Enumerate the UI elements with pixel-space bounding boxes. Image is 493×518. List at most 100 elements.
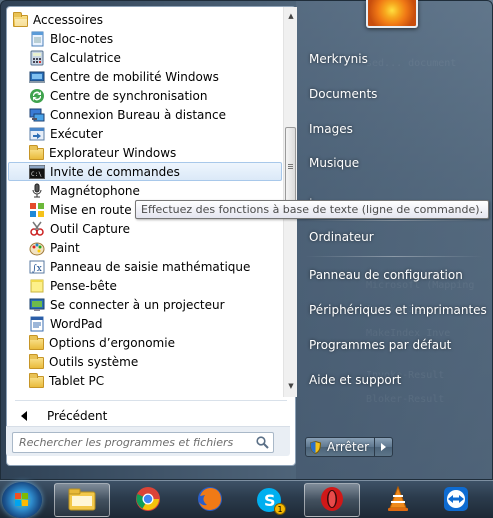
list-item-projector[interactable]: Se connecter à un projecteur xyxy=(7,295,283,314)
projector-icon xyxy=(29,297,45,313)
list-item-wordpad[interactable]: WordPad xyxy=(7,314,283,333)
list-item-label: Tablet PC xyxy=(49,373,105,388)
search-box[interactable] xyxy=(12,432,274,453)
list-item-sync-center[interactable]: Centre de synchronisation xyxy=(7,86,283,105)
list-item-ergonomics-folder[interactable]: Options d’ergonomie xyxy=(7,333,283,352)
list-item-remote-desktop[interactable]: Connexion Bureau à distance xyxy=(7,105,283,124)
folder-icon xyxy=(29,334,44,350)
list-item-system-tools-folder[interactable]: Outils système xyxy=(7,352,283,371)
svg-text:C:\: C:\ xyxy=(31,171,42,178)
list-item-label: Bloc-notes xyxy=(50,31,114,46)
user-picture[interactable] xyxy=(366,0,418,28)
snipping-tool-icon xyxy=(29,221,45,237)
list-item-math-input[interactable]: ∫x Panneau de saisie mathématique xyxy=(7,257,283,276)
explorer-icon xyxy=(29,144,44,160)
right-item-devices-printers[interactable]: Périphériques et imprimantes xyxy=(309,300,487,320)
folder-icon xyxy=(29,372,44,388)
shutdown-label: Arrêter xyxy=(327,440,370,454)
list-item-run[interactable]: Exécuter xyxy=(7,124,283,143)
list-item-label: Centre de synchronisation xyxy=(50,88,208,103)
list-item-calculatrice[interactable]: Calculatrice xyxy=(7,48,283,67)
right-item-help-support[interactable]: Aide et support xyxy=(309,370,401,390)
taskbar-teamviewer[interactable] xyxy=(428,483,484,517)
run-icon xyxy=(29,126,45,142)
explorer-icon xyxy=(67,486,97,515)
mobility-center-icon xyxy=(29,69,45,85)
shutdown-button[interactable]: Arrêter xyxy=(305,437,375,457)
back-button[interactable]: Précédent xyxy=(15,407,285,425)
skype-icon: S 1 xyxy=(256,487,286,515)
folder-accessoires[interactable]: Accessoires xyxy=(7,10,283,29)
list-item-label: Mise en route xyxy=(50,202,132,217)
folder-open-icon xyxy=(13,11,28,27)
notepad-icon xyxy=(29,31,45,47)
list-item-tablet-pc-folder[interactable]: Tablet PC xyxy=(7,371,283,390)
list-item-label: Pense-bête xyxy=(50,278,117,293)
start-button[interactable] xyxy=(2,482,42,518)
scroll-up-arrow-icon[interactable]: ▲ xyxy=(284,9,298,23)
right-item-default-programs[interactable]: Programmes par défaut xyxy=(309,335,451,355)
list-item-label: Calculatrice xyxy=(50,50,121,65)
divider xyxy=(305,220,483,221)
divider xyxy=(305,256,483,257)
search-icon[interactable] xyxy=(256,436,269,449)
scroll-thumb[interactable] xyxy=(285,127,296,207)
list-item-label: Outils système xyxy=(49,354,139,369)
microphone-icon xyxy=(29,183,45,199)
taskbar-opera[interactable] xyxy=(304,483,360,517)
list-item-command-prompt[interactable]: C:\ Invite de commandes xyxy=(7,162,283,181)
list-item-label: Connexion Bureau à distance xyxy=(50,107,226,122)
search-input[interactable] xyxy=(13,433,243,452)
list-item-bloc-notes[interactable]: Bloc-notes xyxy=(7,29,283,48)
list-item-label: Explorateur Windows xyxy=(49,145,177,160)
right-item-control-panel[interactable]: Panneau de configuration xyxy=(309,265,463,285)
calculator-icon xyxy=(29,50,45,66)
list-item-mobility-center[interactable]: Centre de mobilité Windows xyxy=(7,67,283,86)
taskbar-chrome[interactable] xyxy=(120,483,176,517)
right-item-music[interactable]: Musique xyxy=(309,153,359,173)
search-area xyxy=(6,426,290,456)
right-item-computer[interactable]: Ordinateur xyxy=(309,227,374,247)
paint-icon xyxy=(29,240,45,256)
list-item-label: Paint xyxy=(50,240,80,255)
taskbar-explorer[interactable] xyxy=(54,483,110,517)
right-item-images[interactable]: Images xyxy=(309,119,353,139)
shield-icon xyxy=(309,440,322,454)
list-item-label: Exécuter xyxy=(50,126,103,141)
shutdown-options-button[interactable] xyxy=(375,437,393,457)
list-item-sticky-notes[interactable]: Pense-bête xyxy=(7,276,283,295)
folder-icon xyxy=(29,353,44,369)
windows-logo-icon xyxy=(15,493,29,507)
taskbar-skype[interactable]: S 1 xyxy=(241,483,297,517)
sticky-notes-icon xyxy=(29,278,45,294)
sync-center-icon xyxy=(29,88,45,104)
list-item-label: Outil Capture xyxy=(50,221,130,236)
back-arrow-icon xyxy=(21,411,27,421)
programs-pane: Accessoires Bloc-notes Calculatrice Cent… xyxy=(6,6,298,466)
list-item-label: Panneau de saisie mathématique xyxy=(50,259,251,274)
list-item-paint[interactable]: Paint xyxy=(7,238,283,257)
list-item-snipping-tool[interactable]: Outil Capture xyxy=(7,219,283,238)
taskbar-firefox[interactable] xyxy=(182,483,238,517)
svg-text:∫x: ∫x xyxy=(32,264,42,274)
taskbar-vlc[interactable] xyxy=(370,483,426,517)
list-item-label: Centre de mobilité Windows xyxy=(50,69,219,84)
shutdown-control: Arrêter xyxy=(305,437,393,457)
firefox-icon xyxy=(197,486,223,515)
list-item-label: Invite de commandes xyxy=(50,164,180,179)
list-item-label: Se connecter à un projecteur xyxy=(50,297,225,312)
list-item-sound-recorder[interactable]: Magnétophone xyxy=(7,181,283,200)
list-item-label: Magnétophone xyxy=(50,183,140,198)
command-prompt-icon: C:\ xyxy=(29,164,45,180)
list-item-explorer[interactable]: Explorateur Windows xyxy=(7,143,283,162)
folder-label: Accessoires xyxy=(33,12,104,27)
right-item-documents[interactable]: Documents xyxy=(309,84,377,104)
vlc-icon xyxy=(385,485,411,515)
back-label: Précédent xyxy=(47,409,108,423)
chrome-icon xyxy=(135,486,161,515)
remote-desktop-icon xyxy=(29,107,45,123)
right-item-user[interactable]: Merkrynis xyxy=(309,49,368,69)
scroll-down-arrow-icon[interactable]: ▼ xyxy=(284,379,298,393)
chevron-right-icon xyxy=(381,443,386,451)
wordpad-icon xyxy=(29,316,45,332)
